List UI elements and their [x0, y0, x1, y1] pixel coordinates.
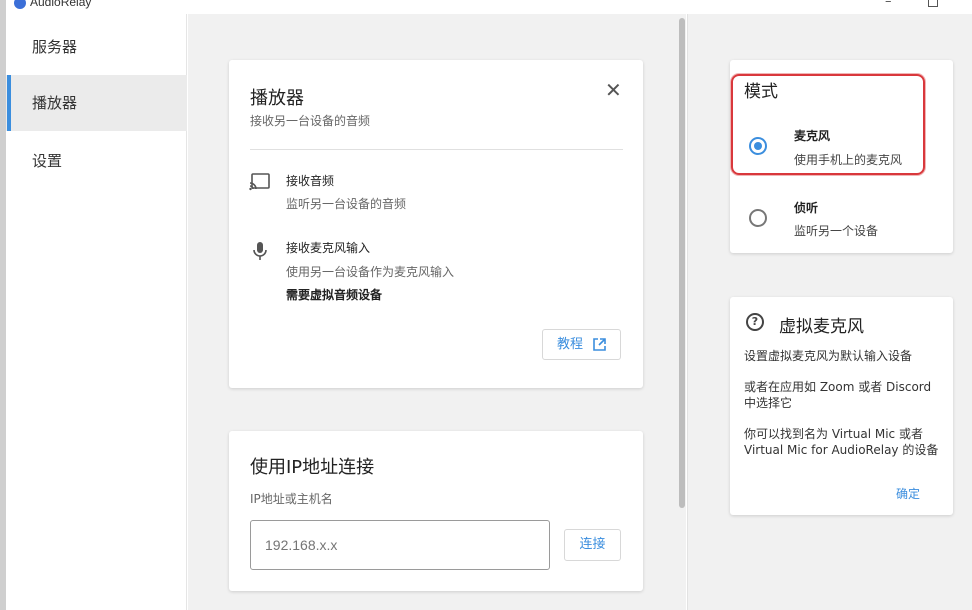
- window-left-edge: [0, 0, 6, 610]
- virtual-mic-text-1: 设置虚拟麦克风为默认输入设备: [744, 349, 913, 363]
- divider: [250, 149, 623, 150]
- receive-audio-desc: 监听另一台设备的音频: [286, 197, 407, 211]
- app-title: AudioRelay: [30, 0, 92, 9]
- receive-mic-desc: 使用另一台设备作为麦克风输入: [286, 265, 455, 279]
- ip-connect-card: 使用IP地址连接 IP地址或主机名 连接: [229, 431, 643, 591]
- microphone-option-desc: 使用手机上的麦克风: [794, 153, 903, 167]
- virtual-mic-card: ? 虚拟麦克风 设置虚拟麦克风为默认输入设备 或者在应用如 Zoom 或者 Di…: [730, 297, 953, 515]
- close-icon[interactable]: ✕: [605, 78, 622, 102]
- receive-audio-title[interactable]: 接收音频: [286, 172, 334, 189]
- sidebar-item-player[interactable]: 播放器: [0, 75, 187, 131]
- virtual-device-note: 需要虚拟音频设备: [286, 288, 383, 302]
- virtual-mic-title: 虚拟麦克风: [779, 317, 864, 337]
- radio-microphone[interactable]: [749, 137, 767, 155]
- microphone-icon: [249, 241, 273, 261]
- sidebar: 服务器 播放器 设置: [0, 14, 187, 610]
- cast-icon: [249, 173, 273, 193]
- app-logo-icon: [14, 0, 26, 9]
- title-bar: AudioRelay –: [0, 0, 972, 14]
- ok-button[interactable]: 确定: [896, 485, 920, 502]
- radio-listen[interactable]: [749, 209, 767, 227]
- microphone-option-title[interactable]: 麦克风: [794, 127, 830, 144]
- listen-option-title[interactable]: 侦听: [794, 199, 818, 216]
- mode-card: 模式 麦克风 使用手机上的麦克风 侦听 监听另一个设备: [730, 60, 953, 253]
- virtual-mic-text-2: 或者在应用如 Zoom 或者 Discord 中选择它: [744, 380, 932, 410]
- tutorial-button-label: 教程: [557, 337, 584, 352]
- player-card-subtitle: 接收另一台设备的音频: [250, 114, 371, 128]
- virtual-mic-text-3: 你可以找到名为 Virtual Mic 或者 Virtual Mic for A…: [744, 427, 939, 457]
- tutorial-button[interactable]: 教程: [542, 329, 621, 360]
- ip-card-title: 使用IP地址连接: [250, 457, 375, 478]
- sidebar-item-server[interactable]: 服务器: [0, 19, 187, 75]
- ip-field-label: IP地址或主机名: [250, 492, 333, 506]
- minimize-button[interactable]: –: [885, 0, 892, 9]
- connect-button[interactable]: 连接: [564, 529, 621, 561]
- main-scrollbar[interactable]: [679, 18, 685, 508]
- external-link-icon: [593, 338, 606, 351]
- listen-option-desc: 监听另一个设备: [794, 224, 879, 238]
- ip-address-input[interactable]: [250, 520, 550, 570]
- help-icon: ?: [746, 313, 764, 331]
- player-card: 播放器 接收另一台设备的音频 ✕ 接收音频 监听另一台设备的音频 接收麦克风输入…: [229, 60, 643, 388]
- mode-card-title: 模式: [744, 82, 778, 102]
- sidebar-item-settings[interactable]: 设置: [0, 133, 187, 189]
- maximize-button[interactable]: [928, 0, 938, 7]
- player-card-title: 播放器: [250, 88, 304, 109]
- receive-mic-title[interactable]: 接收麦克风输入: [286, 239, 370, 256]
